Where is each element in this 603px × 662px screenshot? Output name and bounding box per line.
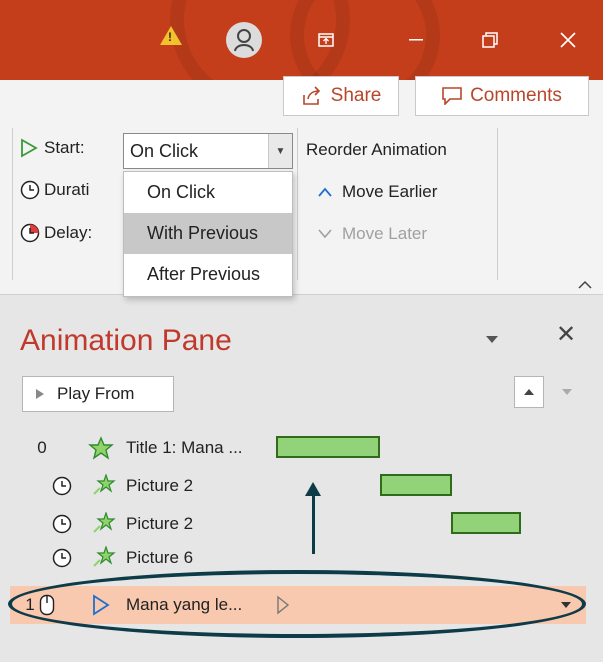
collapse-ribbon-icon[interactable]	[578, 276, 592, 294]
warning-icon[interactable]: !	[160, 26, 182, 45]
close-icon[interactable]: ✕	[556, 320, 576, 349]
trigger-triangle-icon	[277, 595, 290, 615]
clock-icon	[52, 476, 72, 496]
animation-row[interactable]: Picture 2	[0, 506, 603, 542]
restore-icon[interactable]	[470, 22, 510, 58]
duration-row: Durati	[20, 180, 89, 200]
chevron-down-icon[interactable]: ▼	[268, 134, 292, 168]
delay-label: Delay:	[44, 223, 93, 242]
row-label: Picture 2	[126, 514, 194, 533]
effect-star-icon	[93, 512, 116, 533]
row-number: 1	[25, 595, 35, 614]
ribbon-divider	[12, 128, 13, 280]
start-combobox[interactable]: On Click ▼	[123, 133, 293, 169]
ribbon-display-options-icon[interactable]	[306, 22, 346, 58]
play-from-label: Play From	[57, 384, 135, 403]
delay-row: Delay:	[20, 223, 92, 243]
chevron-up-icon	[318, 187, 332, 197]
animation-row[interactable]: 0 Title 1: Mana ...	[0, 430, 603, 466]
timeline-bar[interactable]	[451, 512, 521, 534]
delay-clock-icon	[20, 223, 40, 243]
start-dropdown-menu: On Click With Previous After Previous	[123, 171, 293, 297]
row-label: Title 1: Mana ...	[126, 438, 243, 457]
comments-label: Comments	[470, 85, 562, 106]
pane-options-icon[interactable]	[486, 336, 498, 343]
start-row: Start:	[20, 138, 85, 158]
timeline-bar[interactable]	[380, 474, 452, 496]
play-triangle-icon	[21, 138, 38, 158]
clock-icon	[52, 514, 72, 534]
row-label: Picture 6	[126, 548, 194, 567]
play-from-button[interactable]: Play From	[22, 376, 174, 412]
avatar[interactable]	[226, 22, 262, 58]
share-icon	[302, 86, 320, 105]
row-number: 0	[37, 438, 47, 457]
pane-title: Animation Pane	[20, 324, 232, 357]
title-bar: !	[0, 0, 603, 80]
play-triangle-icon	[93, 594, 110, 616]
entrance-star-icon	[88, 436, 114, 460]
effect-star-icon	[93, 474, 116, 495]
play-icon	[36, 389, 44, 399]
clock-icon	[20, 180, 40, 200]
row-options-chevron-icon[interactable]	[560, 601, 572, 609]
move-earlier-button[interactable]: Move Earlier	[318, 182, 437, 202]
chevron-down-icon	[318, 229, 332, 239]
row-label: Picture 2	[126, 476, 194, 495]
row-label: Mana yang le...	[126, 595, 243, 614]
reorder-animation-title: Reorder Animation	[306, 140, 447, 159]
ribbon-divider	[297, 128, 298, 280]
move-later-button[interactable]: Move Later	[318, 224, 427, 244]
mouse-click-icon	[39, 594, 55, 616]
share-button[interactable]: Share	[283, 76, 399, 116]
move-down-button[interactable]	[552, 376, 582, 408]
animation-row[interactable]: Picture 6	[0, 544, 603, 568]
move-up-button[interactable]	[514, 376, 544, 408]
move-earlier-label: Move Earlier	[342, 182, 438, 201]
dropdown-option-after-previous[interactable]: After Previous	[124, 254, 292, 295]
start-label: Start:	[44, 138, 85, 157]
triangle-down-icon	[562, 389, 572, 395]
annotation-arrow-shaft	[312, 488, 315, 554]
ribbon: Share Comments Start: Durati Delay: Reor…	[0, 76, 603, 295]
start-combobox-value: On Click	[130, 141, 199, 161]
triangle-up-icon	[524, 389, 534, 395]
comment-icon	[442, 87, 462, 105]
dropdown-option-on-click[interactable]: On Click	[124, 172, 292, 213]
annotation-arrow-head	[305, 482, 321, 496]
timeline-bar[interactable]	[276, 436, 380, 458]
move-later-label: Move Later	[342, 224, 428, 243]
animation-row-selected[interactable]: 1 Mana yang le...	[0, 587, 603, 623]
comments-button[interactable]: Comments	[415, 76, 589, 116]
animation-pane: Animation Pane ✕ Play From 0 Title 1: Ma…	[0, 296, 603, 662]
close-window-icon[interactable]	[548, 22, 588, 58]
animation-row[interactable]: Picture 2	[0, 468, 603, 504]
ribbon-divider	[497, 128, 498, 280]
share-label: Share	[330, 85, 382, 106]
duration-label: Durati	[44, 180, 90, 199]
dropdown-option-with-previous[interactable]: With Previous	[124, 213, 292, 254]
effect-star-icon	[93, 546, 116, 567]
clock-icon	[52, 548, 72, 568]
minimize-icon[interactable]	[396, 22, 436, 58]
